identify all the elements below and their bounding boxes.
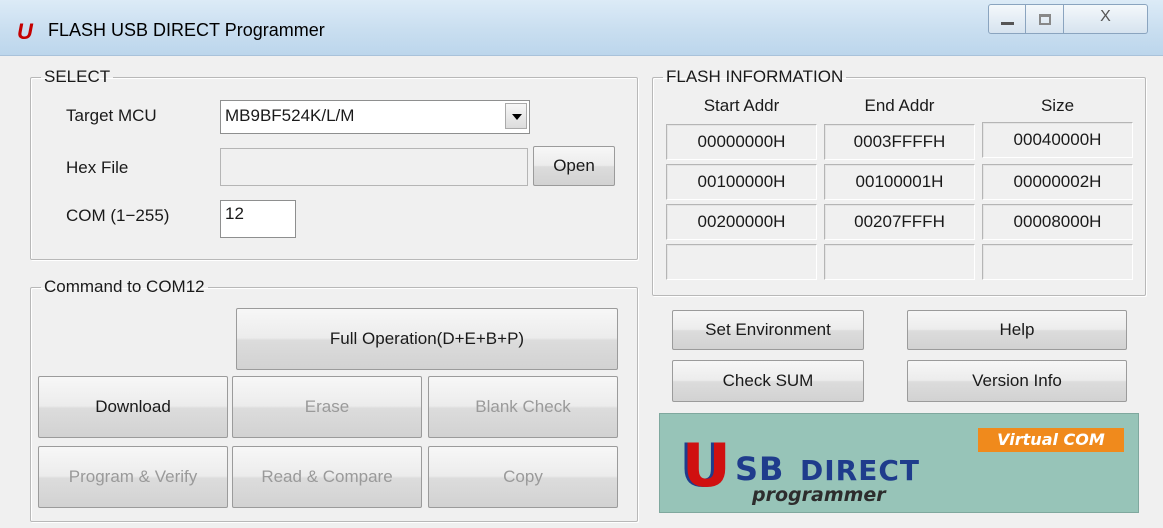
close-icon: X (1100, 8, 1111, 25)
com-label: COM (1−255) (66, 206, 170, 225)
start-addr-cell (666, 244, 817, 280)
hex-file-field[interactable] (220, 148, 528, 186)
column-header-start-addr: Start Addr (703, 96, 780, 115)
title-bar[interactable]: U FLASH USB DIRECT Programmer X (0, 0, 1163, 56)
help-button[interactable]: Help (907, 310, 1127, 350)
size-cell (982, 244, 1133, 280)
full-operation-button[interactable]: Full Operation(D+E+B+P) (236, 308, 618, 370)
size-cell: 00040000H (982, 122, 1133, 158)
usb-direct-logo: U SB DIRECT programmer Virtual COM (659, 413, 1139, 513)
com-input[interactable]: 12 (220, 200, 296, 238)
size-cell: 00000002H (982, 164, 1133, 200)
logo-direct-text: DIRECT (800, 454, 920, 487)
flash-info-legend: FLASH INFORMATION (666, 67, 844, 86)
chevron-down-icon[interactable] (505, 103, 527, 129)
end-addr-cell (824, 244, 975, 280)
minimize-button[interactable] (988, 4, 1026, 34)
target-mcu-value: MB9BF524K/L/M (225, 106, 355, 125)
minimize-icon (1001, 22, 1014, 25)
end-addr-cell: 00100001H (824, 164, 975, 200)
read-compare-button[interactable]: Read & Compare (232, 446, 422, 508)
size-cell: 00008000H (982, 204, 1133, 240)
blank-check-button[interactable]: Blank Check (428, 376, 618, 438)
download-button[interactable]: Download (38, 376, 228, 438)
maximize-icon (1039, 14, 1051, 25)
erase-button[interactable]: Erase (232, 376, 422, 438)
select-group-legend: SELECT (44, 67, 111, 86)
virtual-com-badge: Virtual COM (978, 428, 1124, 452)
command-group-legend: Command to COM12 (44, 277, 205, 296)
hex-file-label: Hex File (66, 158, 129, 177)
set-environment-button[interactable]: Set Environment (672, 310, 864, 350)
logo-sb-text: SB (735, 450, 785, 488)
end-addr-cell: 00207FFFH (824, 204, 975, 240)
app-icon: U (17, 19, 33, 44)
program-verify-button[interactable]: Program & Verify (38, 446, 228, 508)
check-sum-button[interactable]: Check SUM (672, 360, 864, 402)
start-addr-cell: 00100000H (666, 164, 817, 200)
column-header-size: Size (1040, 96, 1075, 115)
logo-programmer-text: programmer (752, 484, 886, 506)
logo-u-letter: U (682, 431, 731, 501)
column-header-end-addr: End Addr (864, 96, 935, 115)
start-addr-cell: 00200000H (666, 204, 817, 240)
start-addr-cell: 00000000H (666, 124, 817, 160)
target-mcu-select[interactable]: MB9BF524K/L/M (220, 100, 530, 134)
copy-button[interactable]: Copy (428, 446, 618, 508)
version-info-button[interactable]: Version Info (907, 360, 1127, 402)
target-mcu-label: Target MCU (66, 106, 157, 125)
end-addr-cell: 0003FFFFH (824, 124, 975, 160)
open-button[interactable]: Open (533, 146, 615, 186)
maximize-button[interactable] (1026, 4, 1064, 34)
window-title: FLASH USB DIRECT Programmer (48, 20, 325, 40)
close-button[interactable]: X (1064, 4, 1148, 34)
